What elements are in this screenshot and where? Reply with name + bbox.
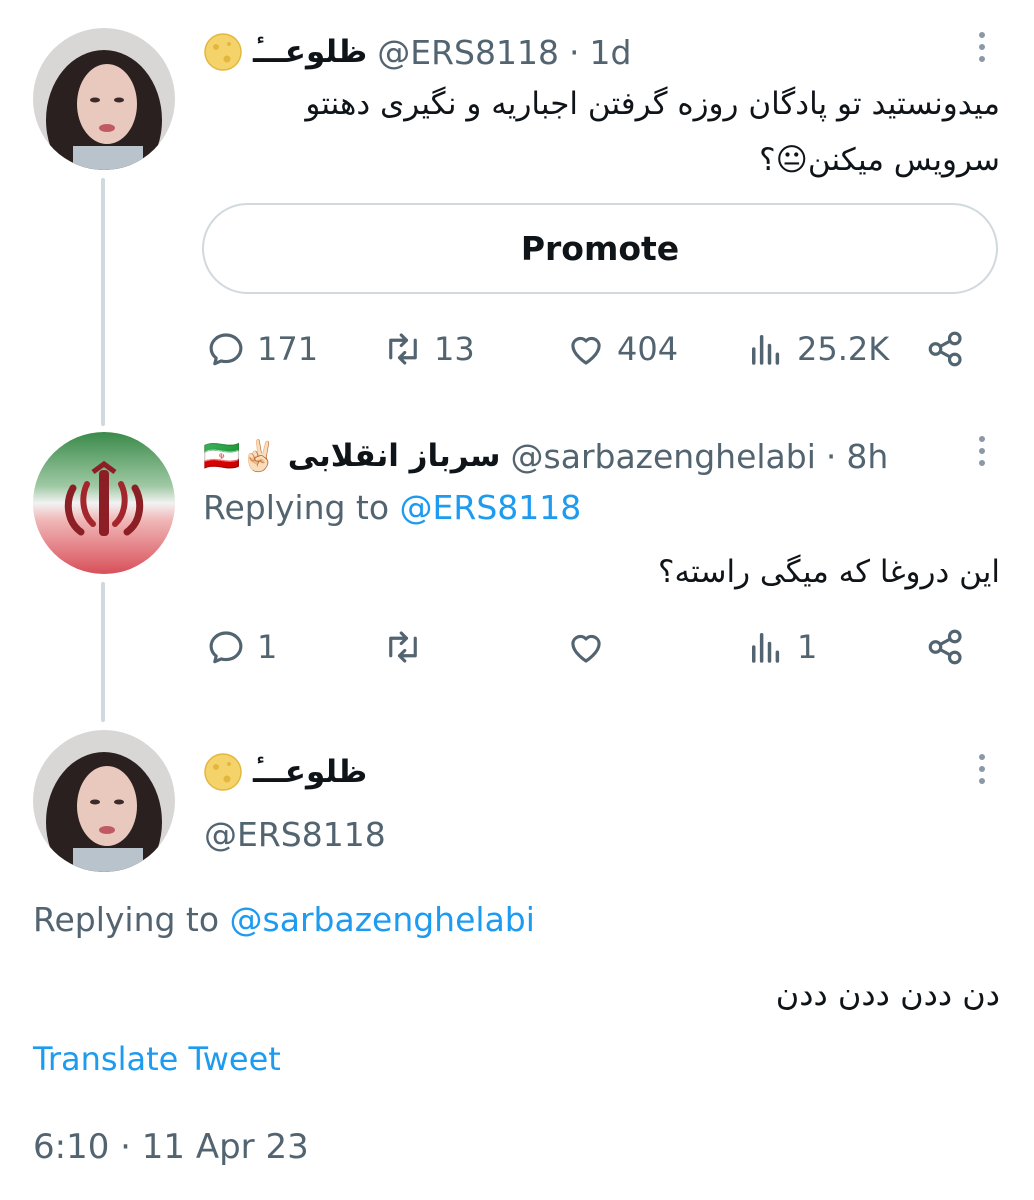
reply-action[interactable]: 1 bbox=[205, 626, 277, 668]
tweet3-text: دن ددن ددن ددن bbox=[775, 975, 1000, 1013]
reply-count: 171 bbox=[257, 330, 319, 368]
tweet2-author-name[interactable]: سرباز انقلابی bbox=[288, 438, 501, 474]
promote-button[interactable]: Promote bbox=[202, 203, 998, 294]
tweet3-header: ظلوعـــٔ bbox=[203, 750, 367, 794]
like-action[interactable] bbox=[565, 626, 617, 668]
tweet1-author-name[interactable]: ظلوعـــٔ bbox=[253, 34, 367, 70]
share-action[interactable] bbox=[925, 328, 967, 370]
reply-count: 1 bbox=[257, 628, 278, 666]
views-action[interactable]: 1 bbox=[745, 626, 817, 668]
tweet2-replying-to: Replying to @ERS8118 bbox=[203, 488, 581, 527]
tweet1-author-handle[interactable]: @ERS8118 bbox=[377, 33, 559, 72]
views-count: 25.2K bbox=[797, 330, 890, 368]
replying-handle-link[interactable]: @sarbazenghelabi bbox=[230, 900, 535, 939]
thread-line-2 bbox=[101, 582, 105, 722]
tweet2-time[interactable]: 8h bbox=[846, 437, 888, 476]
tweet1-header: ظلوعـــٔ @ERS8118 · 1d bbox=[203, 30, 631, 74]
retweet-count: 13 bbox=[434, 330, 475, 368]
more-icon[interactable] bbox=[976, 436, 988, 476]
tweet1-time[interactable]: 1d bbox=[589, 33, 631, 72]
more-icon[interactable] bbox=[976, 754, 988, 794]
tweet3-author-name[interactable]: ظلوعـــٔ bbox=[253, 754, 367, 790]
share-icon bbox=[928, 331, 962, 367]
reply-action[interactable]: 171 bbox=[205, 328, 318, 370]
retweet-action[interactable] bbox=[382, 626, 434, 668]
share-action[interactable] bbox=[925, 626, 967, 668]
retweet-icon bbox=[389, 333, 417, 365]
tweet3-timestamp[interactable]: 6:10 · 11 Apr 23 bbox=[33, 1127, 309, 1167]
tweet1-text-line1: میدونستید تو پادگان روزه گرفتن اجباریه و… bbox=[305, 86, 1000, 122]
tweet3-author-handle[interactable]: @ERS8118 bbox=[204, 815, 386, 854]
retweet-action[interactable]: 13 bbox=[382, 328, 475, 370]
translate-tweet-link[interactable]: Translate Tweet bbox=[33, 1040, 281, 1078]
tweet2-emojis: 🇮🇷✌🏻 bbox=[203, 438, 278, 474]
replying-prefix: Replying to bbox=[33, 900, 220, 939]
tweet1-dot: · bbox=[568, 32, 580, 72]
reply-icon bbox=[209, 333, 243, 366]
moon-emoji-icon bbox=[204, 753, 242, 791]
tweet2-header: 🇮🇷✌🏻 سرباز انقلابی @sarbazenghelabi · 8h bbox=[203, 434, 888, 478]
views-icon bbox=[752, 335, 780, 365]
retweet-icon bbox=[389, 631, 417, 663]
replying-handle-link[interactable]: @ERS8118 bbox=[400, 488, 582, 527]
tweet2-dot: · bbox=[825, 436, 837, 476]
tweet2-text: این دروغا که میگی راسته؟ bbox=[658, 554, 1000, 590]
reply-icon bbox=[209, 631, 243, 664]
avatar-sarbazenghelabi[interactable] bbox=[33, 432, 175, 574]
tweet2-author-handle[interactable]: @sarbazenghelabi bbox=[511, 437, 816, 476]
moon-emoji-icon bbox=[204, 33, 242, 71]
like-action[interactable]: 404 bbox=[565, 328, 678, 370]
views-count: 1 bbox=[797, 628, 818, 666]
like-icon bbox=[571, 336, 601, 365]
views-icon bbox=[752, 633, 780, 663]
more-icon[interactable] bbox=[976, 32, 988, 72]
like-count: 404 bbox=[617, 330, 679, 368]
views-action[interactable]: 25.2K bbox=[745, 328, 889, 370]
tweet1-text-line2: سرویس میکنن😐؟ bbox=[759, 142, 1000, 178]
like-icon bbox=[571, 634, 601, 663]
share-icon bbox=[928, 629, 962, 665]
avatar-ers8118[interactable] bbox=[33, 28, 175, 170]
thread-line-1 bbox=[101, 178, 105, 426]
tweet3-replying-to: Replying to @sarbazenghelabi bbox=[33, 900, 535, 939]
replying-prefix: Replying to bbox=[203, 488, 390, 527]
avatar-ers8118[interactable] bbox=[33, 730, 175, 872]
